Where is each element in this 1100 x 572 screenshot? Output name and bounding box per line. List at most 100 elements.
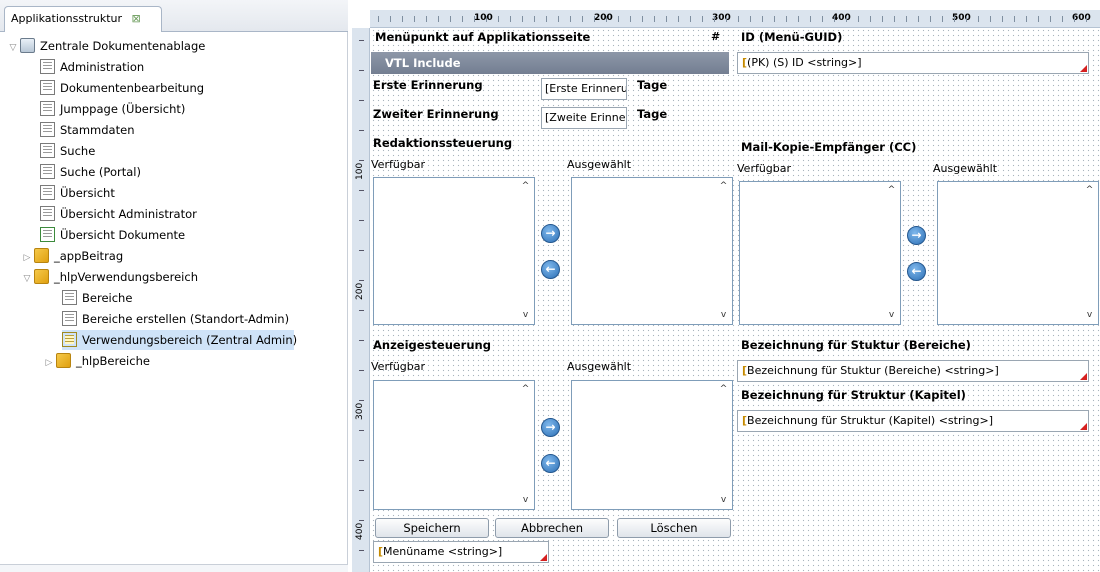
days-label: Tage	[637, 107, 668, 121]
delete-button[interactable]: Löschen	[617, 518, 731, 538]
tree-item[interactable]: Suche	[40, 141, 95, 161]
scroll-up-icon[interactable]: ^	[519, 180, 532, 193]
tree-item[interactable]: Stammdaten	[40, 120, 134, 140]
close-icon[interactable]: ⊠	[132, 12, 141, 25]
ruler-tick	[1026, 16, 1027, 22]
bez-kapitel-title: Bezeichnung für Struktur (Kapitel)	[741, 388, 966, 402]
tree-item[interactable]: Bereiche	[62, 288, 132, 308]
tree-item-selected[interactable]: Verwendungsbereich (Zentral Admin)	[62, 330, 297, 350]
scroll-up-icon[interactable]: ^	[717, 180, 730, 193]
scroll-down-icon[interactable]: v	[519, 309, 532, 322]
bez-kapitel-field[interactable]: [Bezeichnung für Struktur (Kapitel) <str…	[737, 410, 1089, 432]
ruler-tick	[474, 16, 475, 22]
expand-icon[interactable]: ▷	[20, 248, 34, 268]
cc-selected-list[interactable]: ^ v	[937, 181, 1099, 325]
tree-item[interactable]: Jumppage (Übersicht)	[40, 99, 185, 119]
page-icon	[40, 59, 55, 74]
ruler-tick	[546, 16, 547, 22]
selected-label: Ausgewählt	[567, 158, 632, 171]
scroll-down-icon[interactable]: v	[519, 494, 532, 507]
selected-list[interactable]: ^ v	[571, 177, 733, 325]
collapse-icon[interactable]: ▽	[6, 38, 20, 58]
expand-icon[interactable]: ▷	[42, 353, 56, 373]
ruler-tick	[359, 520, 364, 521]
available-list[interactable]: ^ v	[373, 380, 535, 510]
ruler-tick	[906, 16, 907, 22]
ruler-tick	[378, 16, 379, 22]
menuname-field[interactable]: [Menüname <string>]	[373, 541, 549, 563]
tree-item[interactable]: Suche (Portal)	[40, 162, 141, 182]
id-field[interactable]: [(PK) (S) ID <string>]	[737, 52, 1089, 74]
ruler-tick	[642, 16, 643, 22]
ruler-tick	[846, 16, 847, 22]
tree-folder-hlp[interactable]: ▽ _hlpVerwendungsbereich	[20, 267, 198, 287]
application-structure-panel: Applikationsstruktur ⊠ ▽ Zentrale Dokumen…	[0, 0, 348, 572]
ruler-tick	[582, 16, 583, 22]
tree-item[interactable]: Übersicht	[40, 183, 115, 203]
ruler-tick	[462, 16, 463, 22]
selected-label: Ausgewählt	[567, 360, 632, 373]
tree-item[interactable]: Administration	[40, 57, 144, 77]
tree-root-node[interactable]: ▽ Zentrale Dokumentenablage	[6, 36, 205, 56]
scroll-up-icon[interactable]: ^	[717, 383, 730, 396]
mail-cc-title: Mail-Kopie-Empfänger (CC)	[741, 140, 917, 154]
scroll-up-icon[interactable]: ^	[1083, 184, 1096, 197]
ruler-tick	[1086, 16, 1087, 22]
ruler-tick	[978, 16, 979, 22]
available-label: Verfügbar	[737, 162, 792, 175]
ruler-tick	[690, 16, 691, 22]
ruler-tick	[654, 16, 655, 22]
tab-applikationsstruktur[interactable]: Applikationsstruktur ⊠	[4, 6, 162, 32]
scroll-up-icon[interactable]: ^	[519, 383, 532, 396]
selected-list[interactable]: ^ v	[571, 380, 733, 510]
ruler-tick	[426, 16, 427, 22]
second-reminder-field[interactable]: [Zweite Erinnerung	[541, 107, 627, 129]
ruler-tick	[438, 16, 439, 22]
move-right-button[interactable]: →	[541, 224, 560, 243]
save-button[interactable]: Speichern	[375, 518, 489, 538]
ruler-tick	[359, 220, 364, 221]
tree-item[interactable]: Bereiche erstellen (Standort-Admin)	[62, 309, 289, 329]
scroll-down-icon[interactable]: v	[885, 309, 898, 322]
move-left-button[interactable]: ←	[907, 262, 926, 281]
tree-folder-app[interactable]: ▷ _appBeitrag	[20, 246, 123, 266]
move-right-button[interactable]: →	[907, 226, 926, 245]
ruler-tick	[359, 160, 364, 161]
ruler-tick	[870, 16, 871, 22]
tree-item[interactable]: Übersicht Administrator	[40, 204, 197, 224]
scroll-down-icon[interactable]: v	[717, 494, 730, 507]
ruler-tick	[450, 16, 451, 22]
tree-item[interactable]: Dokumentenbearbeitung	[40, 78, 204, 98]
vtl-include-block[interactable]: VTL Include	[371, 52, 729, 74]
collapse-icon[interactable]: ▽	[20, 269, 34, 289]
bez-bereiche-field[interactable]: [Bezeichnung für Stuktur (Bereiche) <str…	[737, 360, 1089, 382]
cc-available-list[interactable]: ^ v	[739, 181, 901, 325]
tab-title: Applikationsstruktur	[11, 12, 123, 25]
scroll-down-icon[interactable]: v	[717, 309, 730, 322]
tree-node-label: _appBeitrag	[54, 249, 124, 263]
tree-node-label: Dokumentenbearbeitung	[60, 81, 205, 95]
tree-node-label: Übersicht Administrator	[60, 207, 197, 221]
move-left-button[interactable]: ←	[541, 454, 560, 473]
tree-folder-bereiche[interactable]: ▷ _hlpBereiche	[42, 351, 150, 371]
horizontal-scrollbar[interactable]	[0, 564, 348, 572]
scroll-down-icon[interactable]: v	[1083, 309, 1096, 322]
design-canvas[interactable]: Menüpunkt auf Applikationsseite # VTL In…	[371, 28, 1100, 572]
first-reminder-field[interactable]: [Erste Erinnerung	[541, 78, 627, 100]
hash-label: #	[711, 30, 721, 43]
ruler-tick	[966, 16, 967, 22]
ruler-tick	[359, 250, 364, 251]
page-icon	[40, 80, 55, 95]
tree-node-label: Bereiche	[82, 291, 133, 305]
ruler-label: 100	[355, 162, 365, 180]
cancel-button[interactable]: Abbrechen	[495, 518, 609, 538]
scroll-up-icon[interactable]: ^	[885, 184, 898, 197]
available-list[interactable]: ^ v	[373, 177, 535, 325]
tree-item[interactable]: Übersicht Dokumente	[40, 225, 185, 245]
move-right-button[interactable]: →	[541, 418, 560, 437]
menu-item-title: Menüpunkt auf Applikationsseite	[375, 30, 591, 44]
move-left-button[interactable]: ←	[541, 260, 560, 279]
ruler-tick	[942, 16, 943, 22]
ruler-label: 200	[355, 282, 365, 300]
ruler-tick	[402, 16, 403, 22]
